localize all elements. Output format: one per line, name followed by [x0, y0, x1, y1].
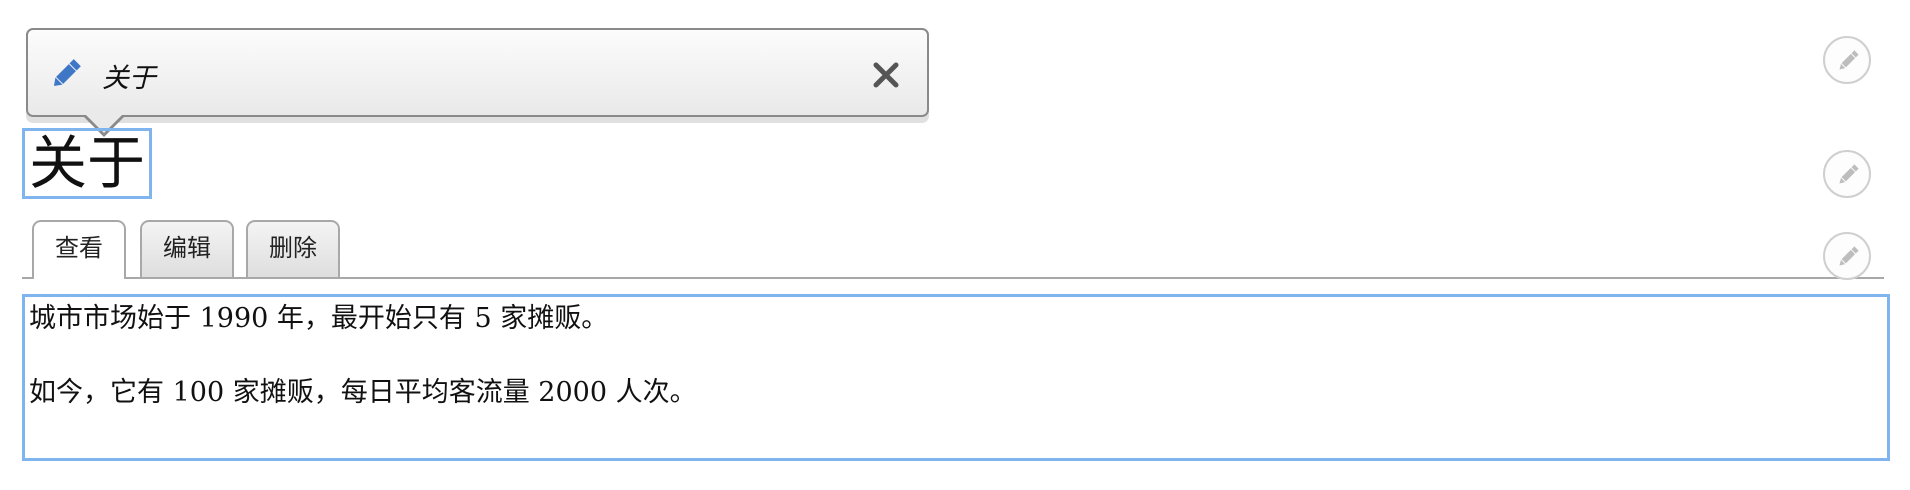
body-content[interactable]: 城市市场始于 1990 年，最开始只有 5 家摊贩。 如今，它有 100 家摊贩…: [22, 294, 1890, 461]
pencil-icon: [48, 56, 84, 92]
page-title[interactable]: 关于: [22, 128, 153, 199]
body-paragraph: 城市市场始于 1990 年，最开始只有 5 家摊贩。: [29, 303, 609, 334]
tab-delete[interactable]: 删除: [246, 220, 340, 277]
tab-view[interactable]: 查看: [32, 220, 126, 279]
close-icon[interactable]: [871, 60, 901, 90]
edit-button-content[interactable]: [1823, 232, 1871, 280]
tab-edit[interactable]: 编辑: [140, 220, 234, 277]
pencil-icon: [1839, 164, 1859, 184]
toolbar-label: 关于: [102, 63, 156, 94]
body-paragraph: 如今，它有 100 家摊贩，每日平均客流量 2000 人次。: [29, 377, 697, 408]
tab-bar: 查看 编辑 删除: [22, 220, 1884, 279]
edit-button-title[interactable]: [1823, 150, 1871, 198]
edit-button-toolbar[interactable]: [1823, 36, 1871, 84]
pencil-icon: [1839, 246, 1859, 266]
pencil-icon: [1839, 50, 1859, 70]
entity-toolbar: 关于: [26, 28, 929, 137]
